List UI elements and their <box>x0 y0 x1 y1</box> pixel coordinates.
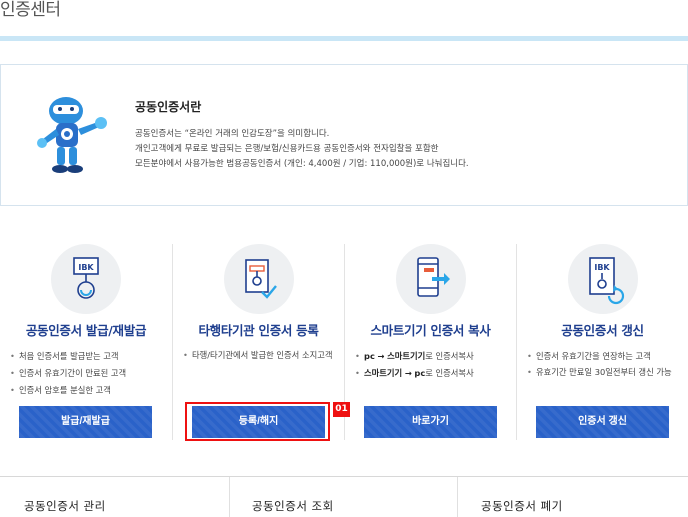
list-item: 인증서 암호를 분실한 고객 <box>10 382 165 399</box>
go-shortcut-button[interactable]: 바로가기 <box>364 406 497 438</box>
service-bullets: pc → 스마트기기로 인증서복사 스마트기기 → pc로 인증서복사 <box>355 348 510 382</box>
service-title: 공동인증서 발급/재발급 <box>25 323 147 338</box>
service-smart-copy: 스마트기기 인증서 복사 pc → 스마트기기로 인증서복사 스마트기기 → p… <box>344 244 516 440</box>
tab-lookup[interactable]: 공동인증서 조회 <box>252 477 334 517</box>
intro-heading: 공동인증서란 <box>135 100 202 114</box>
list-item: 인증서 유효기간을 연장하는 고객 <box>527 348 682 365</box>
service-bullets: 타행/타기관에서 발급한 인증서 소지고객 <box>183 348 338 362</box>
renew-certificate-button[interactable]: 인증서 갱신 <box>536 406 669 438</box>
ibk-certificate-icon: IBK <box>51 244 121 314</box>
svg-text:IBK: IBK <box>78 263 94 272</box>
service-bullets: 처음 인증서를 발급받는 고객 인증서 유효기간이 만료된 고객 인증서 암호를… <box>10 348 165 399</box>
tab-manage[interactable]: 공동인증서 관리 <box>24 477 106 517</box>
tab-revoke[interactable]: 공동인증서 폐기 <box>481 477 563 517</box>
service-title: 타행타기관 인증서 등록 <box>198 323 319 338</box>
title-divider <box>0 36 688 41</box>
service-title: 스마트기기 인증서 복사 <box>370 323 491 338</box>
intro-description: 공동인증서는 “온라인 거래의 인감도장”을 의미합니다. 개인고객에게 무료로… <box>135 127 469 172</box>
list-item: 타행/타기관에서 발급한 인증서 소지고객 <box>183 348 338 362</box>
svg-text:IBK: IBK <box>594 263 610 272</box>
bottom-menu: 공동인증서 관리 공동인증서 조회 공동인증서 폐기 <box>0 476 688 517</box>
intro-line: 모든분야에서 사용가능한 범용공동인증서 (개인: 4,400원 / 기업: 1… <box>135 159 469 169</box>
intro-line: 공동인증서는 “온라인 거래의 인감도장”을 의미합니다. <box>135 129 330 139</box>
mascot-robot-icon <box>37 97 107 173</box>
list-item: 유효기간 만료일 30일전부터 갱신 가능 <box>527 365 682 379</box>
divider <box>229 477 230 517</box>
list-item: 인증서 유효기간이 만료된 고객 <box>10 365 165 382</box>
certificate-renew-icon: IBK <box>567 244 638 314</box>
page-title: 인증센터 <box>0 0 61 20</box>
list-item: 처음 인증서를 발급받는 고객 <box>10 348 165 365</box>
callout-highlight-box <box>185 402 330 441</box>
issue-reissue-button[interactable]: 발급/재발급 <box>19 406 152 438</box>
service-title: 공동인증서 갱신 <box>561 323 644 338</box>
certificate-check-icon <box>223 244 294 314</box>
list-item: pc → 스마트기기로 인증서복사 <box>355 348 510 365</box>
list-item: 스마트기기 → pc로 인증서복사 <box>355 365 510 382</box>
intro-line: 개인고객에게 무료로 발급되는 은행/보험/신용카드용 공동인증서와 전자입찰을… <box>135 144 439 154</box>
intro-box: 공동인증서란 공동인증서는 “온라인 거래의 인감도장”을 의미합니다. 개인고… <box>0 64 688 206</box>
service-issue: IBK 공동인증서 발급/재발급 처음 인증서를 발급받는 고객 인증서 유효기… <box>0 244 172 440</box>
callout-badge: 01 <box>333 402 350 417</box>
divider <box>457 477 458 517</box>
service-bullets: 인증서 유효기간을 연장하는 고객 유효기간 만료일 30일전부터 갱신 가능 <box>527 348 682 379</box>
service-renew: IBK 공동인증서 갱신 인증서 유효기간을 연장하는 고객 유효기간 만료일 … <box>516 244 688 440</box>
smartphone-copy-icon <box>395 244 466 314</box>
